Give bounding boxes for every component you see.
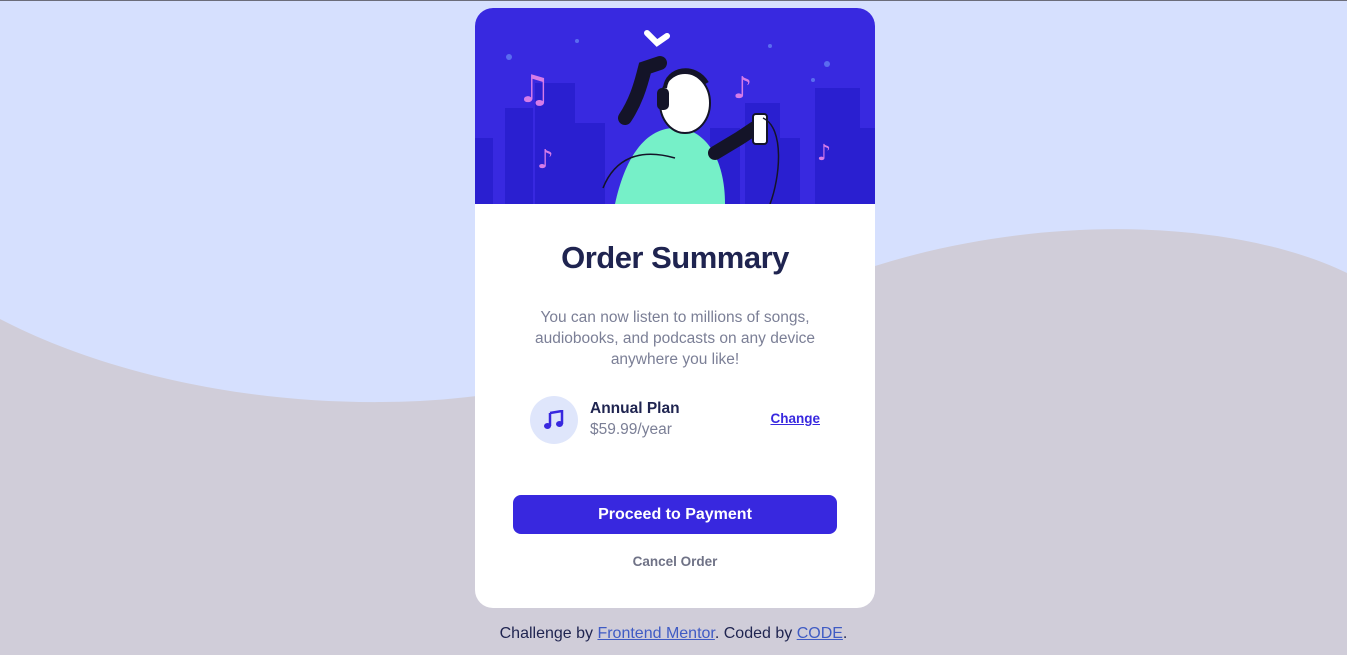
change-plan-link[interactable]: Change bbox=[770, 411, 820, 426]
footer-middle: . Coded by bbox=[714, 625, 797, 642]
order-summary-card: ♫ ♪ ♪ ♪ Order Summary You can now listen… bbox=[475, 8, 875, 608]
svg-text:♪: ♪ bbox=[733, 71, 752, 106]
order-summary-title: Order Summary bbox=[561, 240, 789, 275]
plan-row: Annual Plan $59.99/year Change bbox=[530, 396, 820, 444]
svg-text:♪: ♪ bbox=[817, 141, 831, 166]
frontend-mentor-link[interactable]: Frontend Mentor bbox=[597, 625, 714, 642]
author-link[interactable]: CODE bbox=[797, 625, 843, 642]
svg-text:♫: ♫ bbox=[517, 67, 551, 111]
plan-name: Annual Plan bbox=[590, 400, 680, 417]
music-note-icon bbox=[530, 396, 578, 444]
svg-text:♪: ♪ bbox=[537, 145, 554, 175]
footer-suffix: . bbox=[842, 625, 848, 642]
hero-illustration: ♫ ♪ ♪ ♪ bbox=[475, 8, 875, 204]
plan-price: $59.99/year bbox=[590, 421, 672, 438]
proceed-to-payment-button[interactable]: Proceed to Payment bbox=[513, 495, 837, 534]
footer-prefix: Challenge by bbox=[499, 625, 598, 642]
cancel-order-button[interactable]: Cancel Order bbox=[475, 554, 875, 569]
order-summary-description: You can now listen to millions of songs,… bbox=[534, 309, 816, 368]
attribution-footer: Challenge by Frontend Mentor. Coded by C… bbox=[0, 625, 1347, 643]
